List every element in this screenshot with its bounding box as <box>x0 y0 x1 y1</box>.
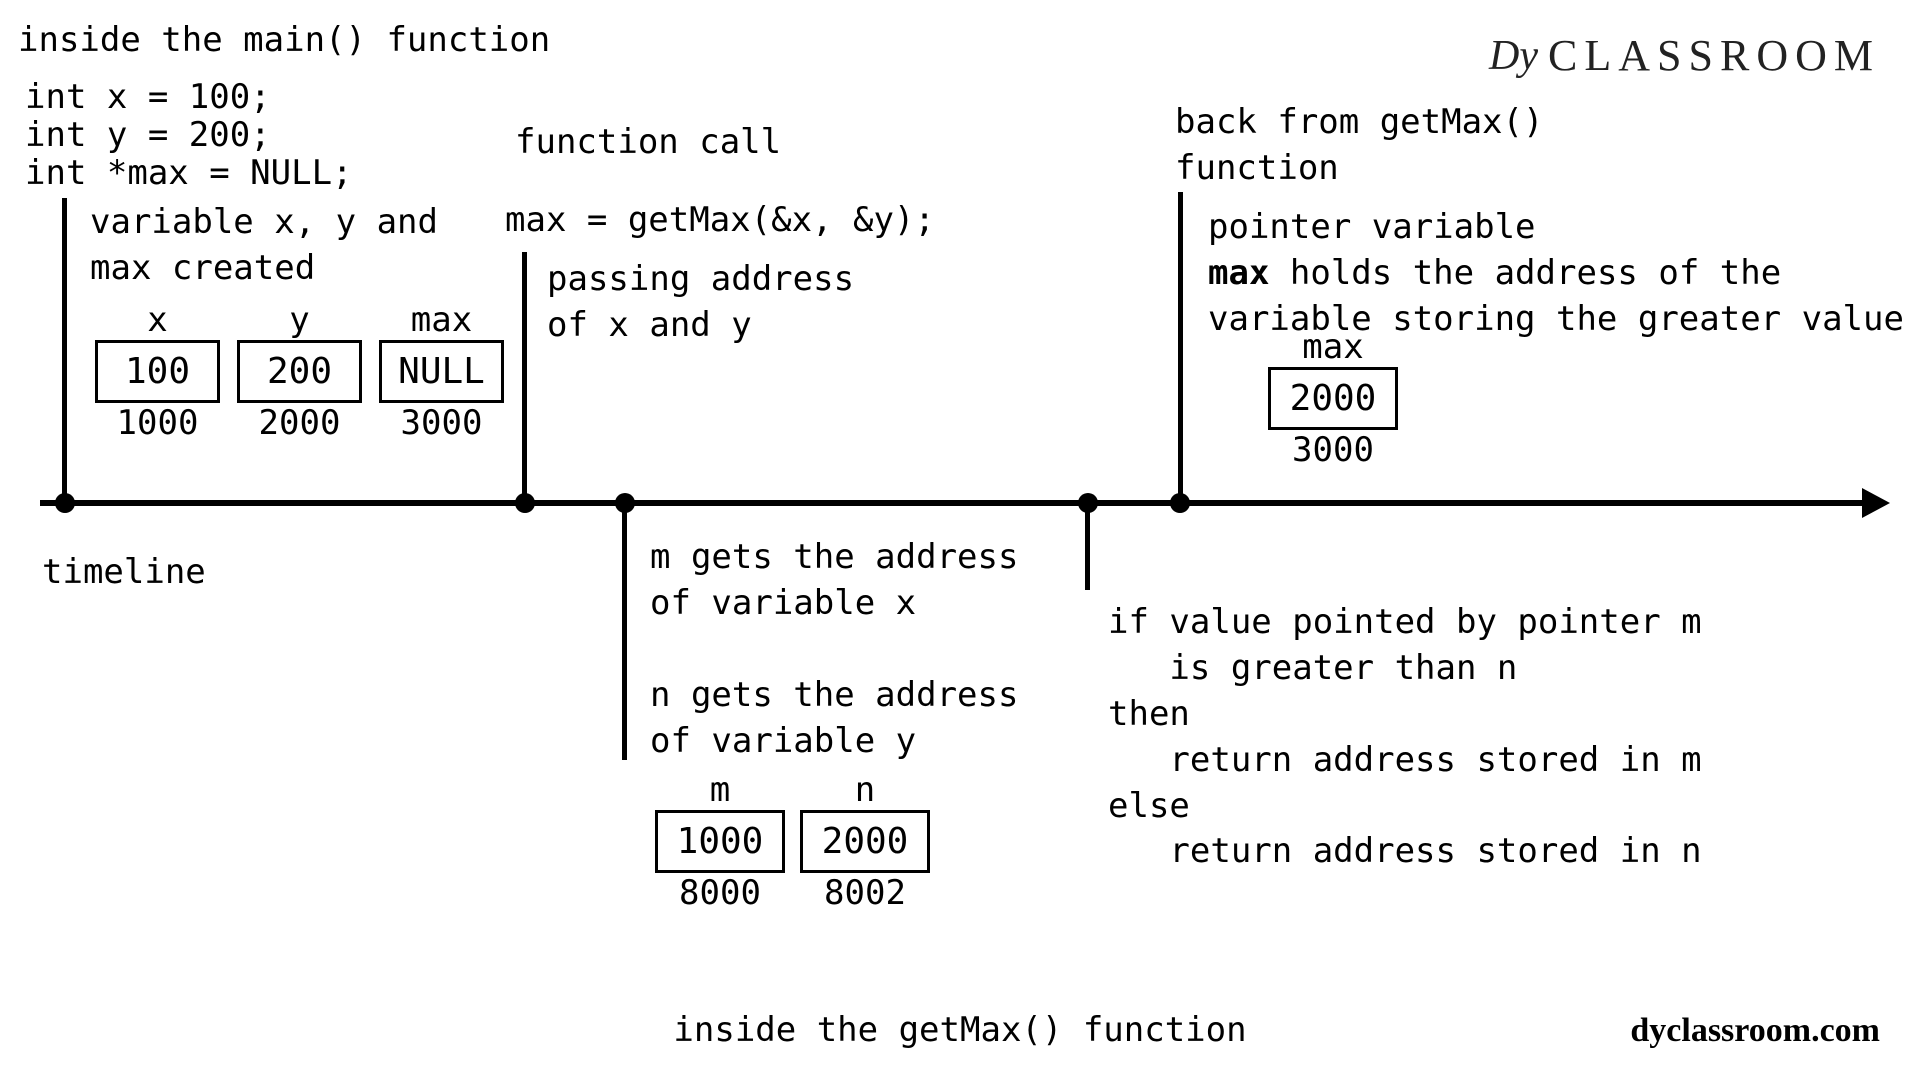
brand-icon: Dy <box>1489 32 1538 80</box>
timeline-label: timeline <box>42 550 206 596</box>
stage4-note: if value pointed by pointer m is greater… <box>1108 600 1702 875</box>
tick-1 <box>55 493 75 513</box>
var-y-addr: 2000 <box>237 403 362 443</box>
decl-max: int *max = NULL; <box>25 151 353 197</box>
branch-line-stage3 <box>622 500 627 760</box>
var-max-name: max <box>379 300 504 340</box>
branch-line-stage5 <box>1178 192 1183 502</box>
var-x-value: 100 <box>95 340 220 403</box>
brand-text: CLASSROOM <box>1548 30 1880 81</box>
branch-line-stage1 <box>62 198 67 502</box>
var-y-name: y <box>237 300 362 340</box>
var-max-value: NULL <box>379 340 504 403</box>
var-max-after-value: 2000 <box>1268 367 1398 430</box>
stage1-note: variable x, y and max created <box>90 200 438 292</box>
var-max-after: max 2000 3000 <box>1268 327 1398 470</box>
var-y-value: 200 <box>237 340 362 403</box>
var-y: y 200 2000 <box>237 300 362 443</box>
var-max-after-name: max <box>1268 327 1398 367</box>
branch-line-stage2 <box>522 252 527 502</box>
stage2-title: function call <box>515 120 781 166</box>
var-n-name: n <box>800 770 930 810</box>
var-n-value: 2000 <box>800 810 930 873</box>
heading-inside-main: inside the main() function <box>18 18 550 64</box>
stage2-note: passing address of x and y <box>547 257 854 349</box>
stage3-note: m gets the address of variable x n gets … <box>650 535 1018 764</box>
var-x-addr: 1000 <box>95 403 220 443</box>
stage2-call: max = getMax(&x, &y); <box>505 198 935 244</box>
var-max-addr: 3000 <box>379 403 504 443</box>
var-n: n 2000 8002 <box>800 770 930 913</box>
timeline-arrowhead <box>1862 488 1890 518</box>
stage5-note-post: holds the address of the variable storin… <box>1208 253 1904 339</box>
var-m-name: m <box>655 770 785 810</box>
var-max-after-addr: 3000 <box>1268 430 1398 470</box>
stage5-note-pre: pointer variable <box>1208 207 1536 247</box>
brand-logo: Dy CLASSROOM <box>1489 30 1880 81</box>
var-n-addr: 8002 <box>800 873 930 913</box>
stage5-note: pointer variable max holds the address o… <box>1208 205 1904 343</box>
var-x-name: x <box>95 300 220 340</box>
var-x: x 100 1000 <box>95 300 220 443</box>
var-m-value: 1000 <box>655 810 785 873</box>
var-m-addr: 8000 <box>655 873 785 913</box>
tick-2 <box>515 493 535 513</box>
var-max: max NULL 3000 <box>379 300 504 443</box>
footer-url: dyclassroom.com <box>1630 1012 1880 1050</box>
stage5-title: back from getMax() function <box>1175 100 1543 192</box>
var-m: m 1000 8000 <box>655 770 785 913</box>
timeline-axis <box>40 500 1870 506</box>
stage5-note-bold: max <box>1208 253 1269 293</box>
branch-line-stage4 <box>1085 500 1090 590</box>
